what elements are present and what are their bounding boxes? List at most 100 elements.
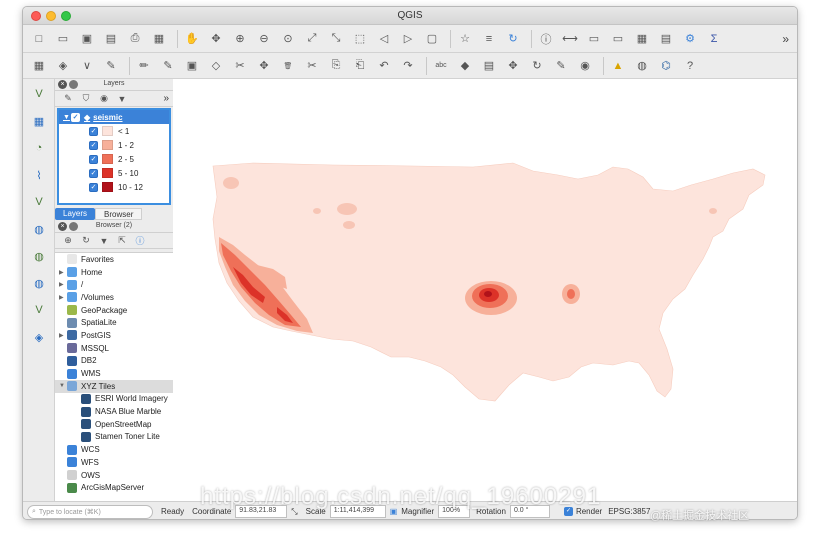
toolbar-overflow-button[interactable]: »	[782, 32, 789, 46]
style-manager-icon[interactable]: ✎	[61, 93, 75, 105]
digitize-icon[interactable]: ✎	[101, 56, 121, 76]
browser-item[interactable]: OWS	[55, 469, 173, 482]
pan-icon[interactable]: ✋	[182, 29, 202, 49]
statistics-icon[interactable]: Σ	[704, 29, 724, 49]
add-virtual-layer-icon[interactable]: V	[27, 191, 51, 213]
legend-class-item[interactable]: ✓ 5 - 10	[59, 166, 169, 180]
label-move-icon[interactable]: ✥	[503, 56, 523, 76]
new-bookmark-icon[interactable]: ☆	[455, 29, 475, 49]
copy-icon[interactable]: ⎘	[326, 56, 346, 76]
new-project-icon[interactable]: □	[29, 29, 49, 49]
add-vector-layer-icon[interactable]: V	[27, 83, 51, 105]
info-icon[interactable]: ⓘ	[133, 235, 147, 247]
browser-item[interactable]: DB2	[55, 355, 173, 368]
browser-item[interactable]: ▶ /	[55, 278, 173, 291]
delete-icon[interactable]: 🗑	[278, 56, 298, 76]
layer-item-seismic[interactable]: ▼ ✓ ◆ seismic	[59, 110, 169, 124]
browser-item[interactable]: ArcGisMapServer	[55, 481, 173, 494]
class-visibility-checkbox[interactable]: ✓	[89, 168, 98, 178]
browser-item[interactable]: ▶ /Volumes	[55, 291, 173, 304]
browser-item[interactable]: ESRI World Imagery	[55, 393, 173, 406]
label-highlight-icon[interactable]: ▤	[479, 56, 499, 76]
map-canvas[interactable]	[173, 79, 797, 501]
zoom-to-selection-icon[interactable]: ⤡	[326, 29, 346, 49]
filter-icon[interactable]: ▼	[97, 235, 111, 247]
new-map-view-icon[interactable]: ▢	[422, 29, 442, 49]
browser-item[interactable]: MSSQL	[55, 342, 173, 355]
browser-item[interactable]: WFS	[55, 456, 173, 469]
add-wfs-icon[interactable]: ◍	[27, 245, 51, 267]
crs-button[interactable]: EPSG:3857	[608, 507, 650, 516]
zoom-next-icon[interactable]: ▷	[398, 29, 418, 49]
python-icon[interactable]: ⌬	[656, 56, 676, 76]
move-feature-icon[interactable]: ✥	[254, 56, 274, 76]
expand-arrow-icon[interactable]: ▶	[59, 294, 67, 301]
tab-layers[interactable]: Layers	[55, 208, 96, 220]
add-spatialite-icon[interactable]: ◔	[27, 137, 51, 159]
refresh-icon[interactable]: ↻	[503, 29, 523, 49]
collapse-all-icon[interactable]: ⇱	[115, 235, 129, 247]
browser-item[interactable]: OpenStreetMap	[55, 418, 173, 431]
pan-to-selection-icon[interactable]: ✥	[206, 29, 226, 49]
layers-toolbar-overflow[interactable]: »	[163, 93, 169, 104]
collapse-arrow-icon[interactable]: ▼	[59, 383, 67, 389]
legend-class-item[interactable]: ✓ < 1	[59, 124, 169, 138]
save-edits-icon[interactable]: ▣	[182, 56, 202, 76]
toggle-edit-icon[interactable]: ✎	[158, 56, 178, 76]
browser-item[interactable]: ▶ PostGIS	[55, 329, 173, 342]
paste-icon[interactable]: ⎗	[350, 56, 370, 76]
add-postgis-icon[interactable]: ⌇	[27, 164, 51, 186]
locator-search-input[interactable]: ⌕ Type to locate (⌘K)	[27, 504, 153, 519]
layer-visibility-checkbox[interactable]: ✓	[71, 112, 80, 122]
label-show-icon[interactable]: ◉	[575, 56, 595, 76]
tab-browser[interactable]: Browser	[95, 208, 143, 220]
select-icon[interactable]: ▭	[584, 29, 604, 49]
add-group-icon[interactable]: ⛉	[79, 93, 93, 105]
show-bookmarks-icon[interactable]: ≡	[479, 29, 499, 49]
zoom-to-layer-icon[interactable]: ⬚	[350, 29, 370, 49]
identify-icon[interactable]: ⓘ	[536, 29, 556, 49]
filter-legend-icon[interactable]: ▼	[115, 93, 129, 105]
browser-item[interactable]: GeoPackage	[55, 304, 173, 317]
browser-item[interactable]: SpatiaLite	[55, 316, 173, 329]
add-arcgis-icon[interactable]: ◈	[27, 326, 51, 348]
class-visibility-checkbox[interactable]: ✓	[89, 126, 98, 136]
class-visibility-checkbox[interactable]: ✓	[89, 182, 98, 192]
expand-arrow-icon[interactable]: ▶	[59, 332, 67, 339]
browser-item[interactable]: Stamen Toner Lite	[55, 431, 173, 444]
manage-visibility-icon[interactable]: ◉	[97, 93, 111, 105]
browser-item[interactable]: WMS	[55, 367, 173, 380]
redo-icon[interactable]: ↷	[398, 56, 418, 76]
label-change-icon[interactable]: ✎	[551, 56, 571, 76]
new-geopackage-icon[interactable]: ◈	[53, 56, 73, 76]
label-icon[interactable]: abc	[431, 56, 451, 76]
browser-item[interactable]: ▼ XYZ Tiles	[55, 379, 173, 393]
add-feature-icon[interactable]: ◇	[206, 56, 226, 76]
undo-icon[interactable]: ↶	[374, 56, 394, 76]
new-shapefile-icon[interactable]: ∨	[77, 56, 97, 76]
refresh-icon[interactable]: ↻	[79, 235, 93, 247]
browser-item[interactable]: Favorites	[55, 253, 173, 266]
browser-item[interactable]: WCS	[55, 443, 173, 456]
save-project-icon[interactable]: ▣	[77, 29, 97, 49]
browser-item[interactable]: ▶ Home	[55, 266, 173, 279]
open-project-icon[interactable]: ▭	[53, 29, 73, 49]
save-as-icon[interactable]: ▤	[101, 29, 121, 49]
data-source-manager-icon[interactable]: ▦	[29, 56, 49, 76]
add-xyz-icon[interactable]: V	[27, 299, 51, 321]
add-wms-icon[interactable]: ◍	[27, 218, 51, 240]
warning-icon[interactable]: ▲	[608, 56, 628, 76]
edit-icon[interactable]: ✏	[134, 56, 154, 76]
attribute-table-icon[interactable]: ▦	[632, 29, 652, 49]
legend-class-item[interactable]: ✓ 1 - 2	[59, 138, 169, 152]
measure-icon[interactable]: ⟷	[560, 29, 580, 49]
globe-icon[interactable]: ◍	[632, 56, 652, 76]
zoom-native-icon[interactable]: ⊙	[278, 29, 298, 49]
vertex-tool-icon[interactable]: ✂	[230, 56, 250, 76]
class-visibility-checkbox[interactable]: ✓	[89, 154, 98, 164]
cut-icon[interactable]: ✂	[302, 56, 322, 76]
label-pin-icon[interactable]: ◆	[455, 56, 475, 76]
field-calculator-icon[interactable]: ▤	[656, 29, 676, 49]
zoom-full-icon[interactable]: ⤢	[302, 29, 322, 49]
settings-icon[interactable]: ⚙	[680, 29, 700, 49]
